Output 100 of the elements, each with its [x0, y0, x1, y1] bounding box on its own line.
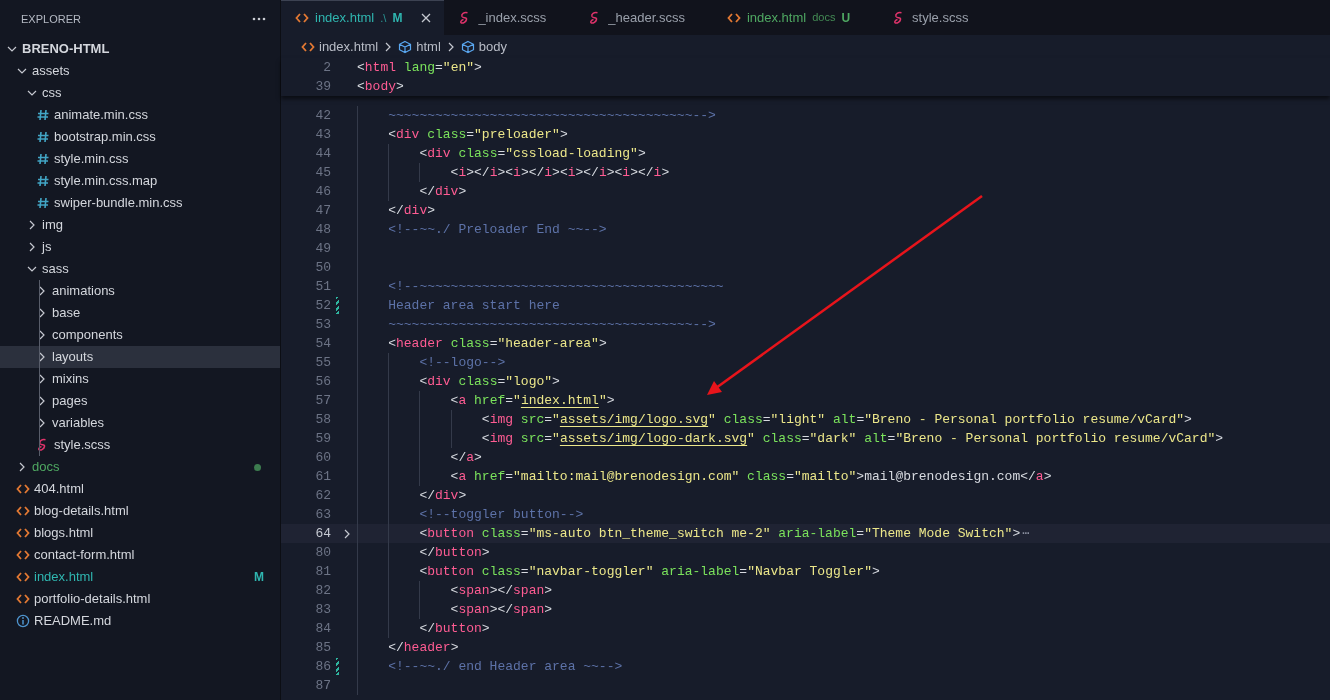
tab-detail: .\ [380, 10, 387, 26]
hash-icon [36, 196, 50, 210]
line-number: 53 [314, 315, 331, 334]
breadcrumb-item[interactable]: html [416, 36, 441, 57]
line-number: 50 [314, 258, 331, 277]
tree-item[interactable]: BRENO-HTML [0, 38, 280, 60]
tree-item[interactable]: css [0, 82, 280, 104]
code-line: </div> [418, 486, 467, 505]
code-line: <body> [357, 77, 404, 96]
tab-detail: docs [812, 10, 836, 26]
hash-icon [36, 174, 50, 188]
line-number: 43 [314, 125, 331, 144]
code-line: <!--~~~~~~~~~~~~~~~~~~~~~~~~~~~~~~~~~~~~~~~ [387, 277, 724, 296]
line-number: 63 [314, 505, 331, 524]
line-number: 2 [322, 58, 331, 77]
code-line: <html lang="en"> [357, 58, 482, 77]
code-brackets-icon [16, 592, 30, 606]
line-number: 48 [314, 220, 331, 239]
code-brackets-icon [295, 11, 309, 25]
code-line: <!--~~./ end Header area ~~--> [387, 657, 623, 676]
tree-item[interactable]: blog-details.html [0, 500, 280, 522]
tree-item[interactable]: bootstrap.min.css [0, 126, 280, 148]
tree-item[interactable]: index.html M [0, 566, 280, 588]
tree-item[interactable]: swiper-bundle.min.css [0, 192, 280, 214]
line-number: 85 [314, 638, 331, 657]
line-number: 81 [314, 562, 331, 581]
code-brackets-icon [16, 482, 30, 496]
code-brackets-icon [16, 570, 30, 584]
code-line: <div class="logo"> [418, 372, 560, 391]
tree-item[interactable]: contact-form.html [0, 544, 280, 566]
code-line: <span></span> [449, 581, 553, 600]
git-status: U [841, 9, 851, 27]
tree-item[interactable]: style.min.css.map [0, 170, 280, 192]
line-number: 44 [314, 144, 331, 163]
line-number: 84 [314, 619, 331, 638]
tree-item[interactable]: docs [0, 456, 280, 478]
code-line: <span></span> [449, 600, 553, 619]
tree-item[interactable]: blogs.html [0, 522, 280, 544]
code-line: <div class="preloader"> [387, 125, 568, 144]
line-number: 61 [314, 467, 331, 486]
line-number: 86 [314, 657, 331, 676]
editor-tab[interactable]: index.html .\ M [281, 0, 445, 35]
tree-item[interactable]: js [0, 236, 280, 258]
tree-item[interactable]: assets [0, 60, 280, 82]
tree-item[interactable]: animate.min.css [0, 104, 280, 126]
git-status: M [254, 569, 264, 586]
tree-item[interactable]: layouts [0, 346, 280, 368]
code-line: <a href="index.html"> [449, 391, 615, 410]
code-line: ~~~~~~~~~~~~~~~~~~~~~~~~~~~~~~~~~~~~~~~--> [387, 106, 716, 125]
cube-icon [398, 39, 413, 54]
line-number: 52 [314, 296, 331, 315]
hash-icon [36, 152, 50, 166]
tree-item[interactable]: sass [0, 258, 280, 280]
line-number: 59 [314, 429, 331, 448]
line-number: 82 [314, 581, 331, 600]
line-number: 58 [314, 410, 331, 429]
breadcrumb-item[interactable]: index.html [319, 36, 379, 57]
hash-icon [36, 108, 50, 122]
code-line: <!--logo--> [418, 353, 506, 372]
tree-item[interactable]: style.min.css [0, 148, 280, 170]
line-number: 57 [314, 391, 331, 410]
tree-item[interactable]: portfolio-details.html [0, 588, 280, 610]
explorer-title: EXPLORER [21, 11, 81, 27]
line-number: 87 [314, 676, 331, 695]
breadcrumb-item[interactable]: body [478, 36, 507, 57]
close-icon[interactable] [420, 12, 433, 24]
tree-item[interactable]: 404.html [0, 478, 280, 500]
tree-item[interactable]: README.md [0, 610, 280, 632]
line-number: 56 [314, 372, 331, 391]
line-number: 39 [314, 77, 331, 96]
tree-item[interactable]: style.scss [0, 434, 280, 456]
line-number: 83 [314, 600, 331, 619]
code-line: <button class="ms-auto btn_theme_switch me-2" aria-label="Theme Mode Switch"> [418, 524, 1021, 543]
line-number: 60 [314, 448, 331, 467]
code-line: <i></i><i></i><i></i><i></i> [449, 163, 670, 182]
git-status: M [392, 10, 403, 27]
code-line: <button class="navbar-toggler" aria-label="Navbar Toggler"> [418, 562, 880, 581]
line-number: 54 [314, 334, 331, 353]
code-line: <img src="assets/img/logo-dark.svg" class="dark" alt="Breno - Personal portfolio resume/vCard"> [480, 429, 1224, 448]
code-line: <a href="mailto:mail@brenodesign.com" class="mailto">mail@brenodesign.com</a> [449, 467, 1052, 486]
line-number: 62 [314, 486, 331, 505]
line-number: 64 [314, 524, 331, 543]
code-line: <div class="cssload-loading"> [418, 144, 646, 163]
code-line: <!--~~./ Preloader End ~~--> [387, 220, 607, 239]
code-brackets-icon [16, 548, 30, 562]
code-line: <img src="assets/img/logo.svg" class="light" alt="Breno - Personal portfolio resume/vCard"> [480, 410, 1192, 429]
code-line: Header area start here [387, 296, 560, 315]
code-line: </button> [418, 619, 490, 638]
line-number: 55 [314, 353, 331, 372]
line-number: 51 [314, 277, 331, 296]
line-number: 49 [314, 239, 331, 258]
info-icon [16, 614, 30, 628]
tree-item[interactable]: img [0, 214, 280, 236]
code-line: ~~~~~~~~~~~~~~~~~~~~~~~~~~~~~~~~~~~~~~~--> [387, 315, 716, 334]
hash-icon [36, 130, 50, 144]
line-number: 42 [314, 106, 331, 125]
more-icon[interactable] [252, 17, 266, 21]
fold-ellipsis[interactable]: ⋯ [1022, 524, 1030, 543]
cube-icon [460, 39, 475, 54]
line-number: 47 [314, 201, 331, 220]
